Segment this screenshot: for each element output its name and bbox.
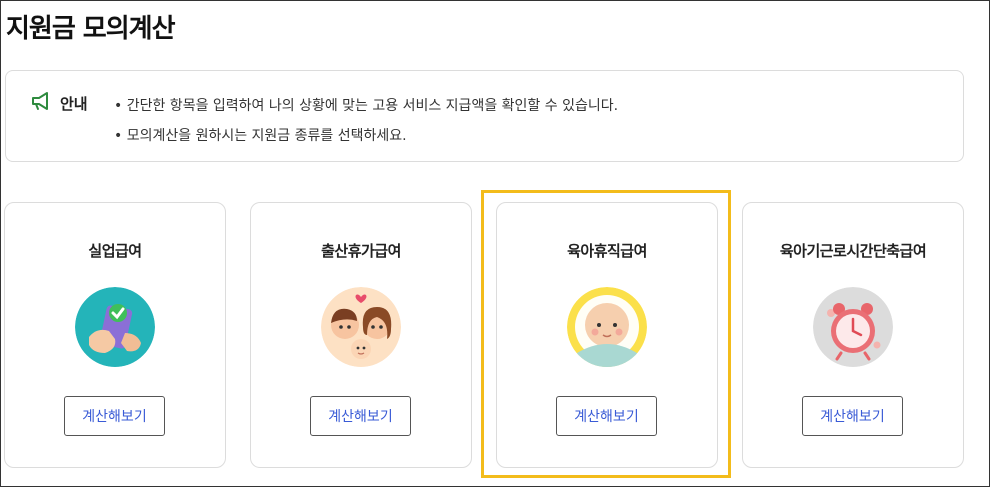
notice-lines: 간단한 항목을 입력하여 나의 상황에 맞는 고용 서비스 지급액을 확인할 수… (114, 91, 618, 151)
card-title: 육아기근로시간단축급여 (779, 242, 927, 260)
calculate-button[interactable]: 계산해보기 (310, 396, 411, 436)
card-title: 출산휴가급여 (321, 242, 401, 260)
parents-baby-icon (321, 287, 401, 367)
notice-line-2: 모의계산을 원하시는 지원금 종류를 선택하세요. (114, 121, 618, 151)
calculate-button[interactable]: 계산해보기 (802, 396, 903, 436)
notice-box: 안내 간단한 항목을 입력하여 나의 상황에 맞는 고용 서비스 지급액을 확인… (5, 70, 964, 162)
card-title: 실업급여 (88, 242, 142, 260)
hand-phone-check-icon (75, 287, 155, 367)
card-unemployment[interactable]: 실업급여 계산해보기 (4, 202, 226, 468)
page-title: 지원금 모의계산 (6, 14, 175, 44)
selected-card-highlight (481, 190, 731, 478)
calculate-button[interactable]: 계산해보기 (64, 396, 165, 436)
notice-header: 안내 (30, 91, 88, 115)
notice-line-1: 간단한 항목을 입력하여 나의 상황에 맞는 고용 서비스 지급액을 확인할 수… (114, 91, 618, 121)
card-reduced-hours[interactable]: 육아기근로시간단축급여 계산해보기 (742, 202, 964, 468)
megaphone-icon (30, 91, 52, 115)
alarm-clock-icon (813, 287, 893, 367)
notice-label: 안내 (60, 94, 88, 113)
card-maternity-leave[interactable]: 출산휴가급여 계산해보기 (250, 202, 472, 468)
